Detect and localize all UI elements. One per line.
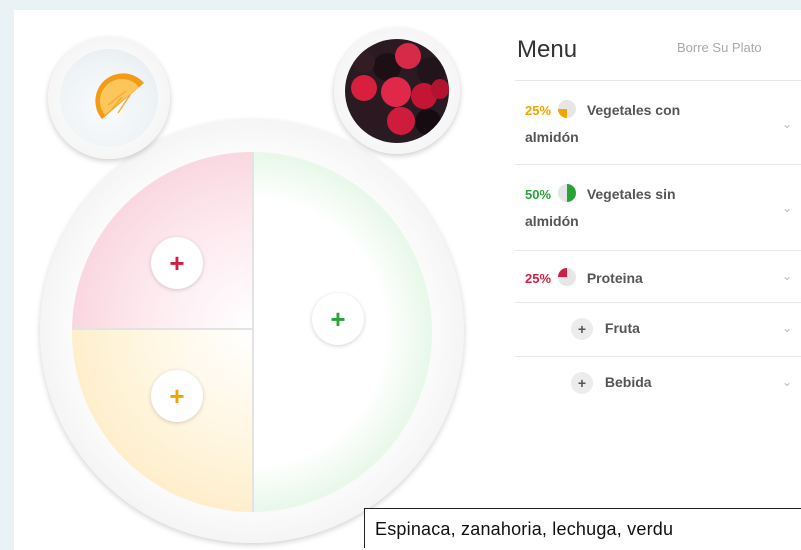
plus-icon: + bbox=[571, 318, 593, 340]
chevron-down-icon[interactable]: ⌄ bbox=[782, 375, 792, 389]
drink-bowl[interactable] bbox=[48, 37, 170, 159]
berries-image bbox=[345, 39, 449, 143]
plus-icon: + bbox=[169, 247, 185, 278]
add-starchy-vegetables-button[interactable]: + bbox=[151, 370, 203, 422]
starchy-vegetables-section[interactable] bbox=[72, 330, 252, 512]
chevron-down-icon[interactable]: ⌄ bbox=[782, 117, 792, 131]
add-non-starchy-vegetables-button[interactable]: + bbox=[312, 293, 364, 345]
menu-item-drink[interactable]: + Bebida ⌄ bbox=[515, 356, 801, 411]
percent-label: 25% bbox=[525, 103, 552, 118]
chevron-down-icon[interactable]: ⌄ bbox=[782, 321, 792, 335]
menu-item-non-starchy-vegetables[interactable]: 50% Vegetales sin almidón ⌄ bbox=[515, 164, 801, 251]
section-divider bbox=[252, 152, 254, 512]
drink-glass bbox=[60, 49, 158, 147]
clear-plate-link[interactable]: Borre Su Plato bbox=[677, 40, 762, 55]
quarter-pie-icon bbox=[557, 268, 576, 286]
tooltip: Espinaca, zanahoria, lechuga, verdu bbox=[364, 508, 801, 548]
plus-icon: + bbox=[330, 303, 346, 334]
fruit-bowl[interactable] bbox=[334, 28, 460, 154]
percent-label: 25% bbox=[525, 271, 552, 286]
menu-item-label: Vegetales con bbox=[586, 102, 681, 118]
menu-item-label: Proteina bbox=[586, 270, 643, 286]
menu-item-fruit[interactable]: + Fruta ⌄ bbox=[515, 302, 801, 357]
menu-panel: Menu Borre Su Plato 25% Vegetales con al… bbox=[515, 28, 801, 543]
section-divider bbox=[72, 328, 252, 330]
add-protein-button[interactable]: + bbox=[151, 237, 203, 289]
menu-item-label: Bebida bbox=[604, 373, 652, 390]
plate-sections bbox=[72, 152, 432, 512]
menu-item-label: Fruta bbox=[604, 319, 640, 336]
plus-icon: + bbox=[571, 372, 593, 394]
protein-section[interactable] bbox=[72, 152, 252, 328]
menu-title: Menu bbox=[517, 36, 578, 63]
menu-item-label-line2: almidón bbox=[525, 213, 579, 229]
chevron-down-icon[interactable]: ⌄ bbox=[782, 269, 792, 283]
percent-label: 50% bbox=[525, 187, 552, 202]
menu-item-protein[interactable]: 25% Proteina ⌄ bbox=[515, 250, 801, 303]
half-pie-icon bbox=[557, 184, 576, 202]
menu-item-starchy-vegetables[interactable]: 25% Vegetales con almidón ⌄ bbox=[515, 80, 801, 165]
orange-slice-icon bbox=[95, 73, 144, 119]
menu-item-label: Vegetales sin bbox=[586, 186, 676, 202]
plus-icon: + bbox=[169, 380, 185, 411]
quarter-pie-icon bbox=[557, 100, 576, 118]
menu-item-label-line2: almidón bbox=[525, 129, 579, 145]
chevron-down-icon[interactable]: ⌄ bbox=[782, 201, 792, 215]
